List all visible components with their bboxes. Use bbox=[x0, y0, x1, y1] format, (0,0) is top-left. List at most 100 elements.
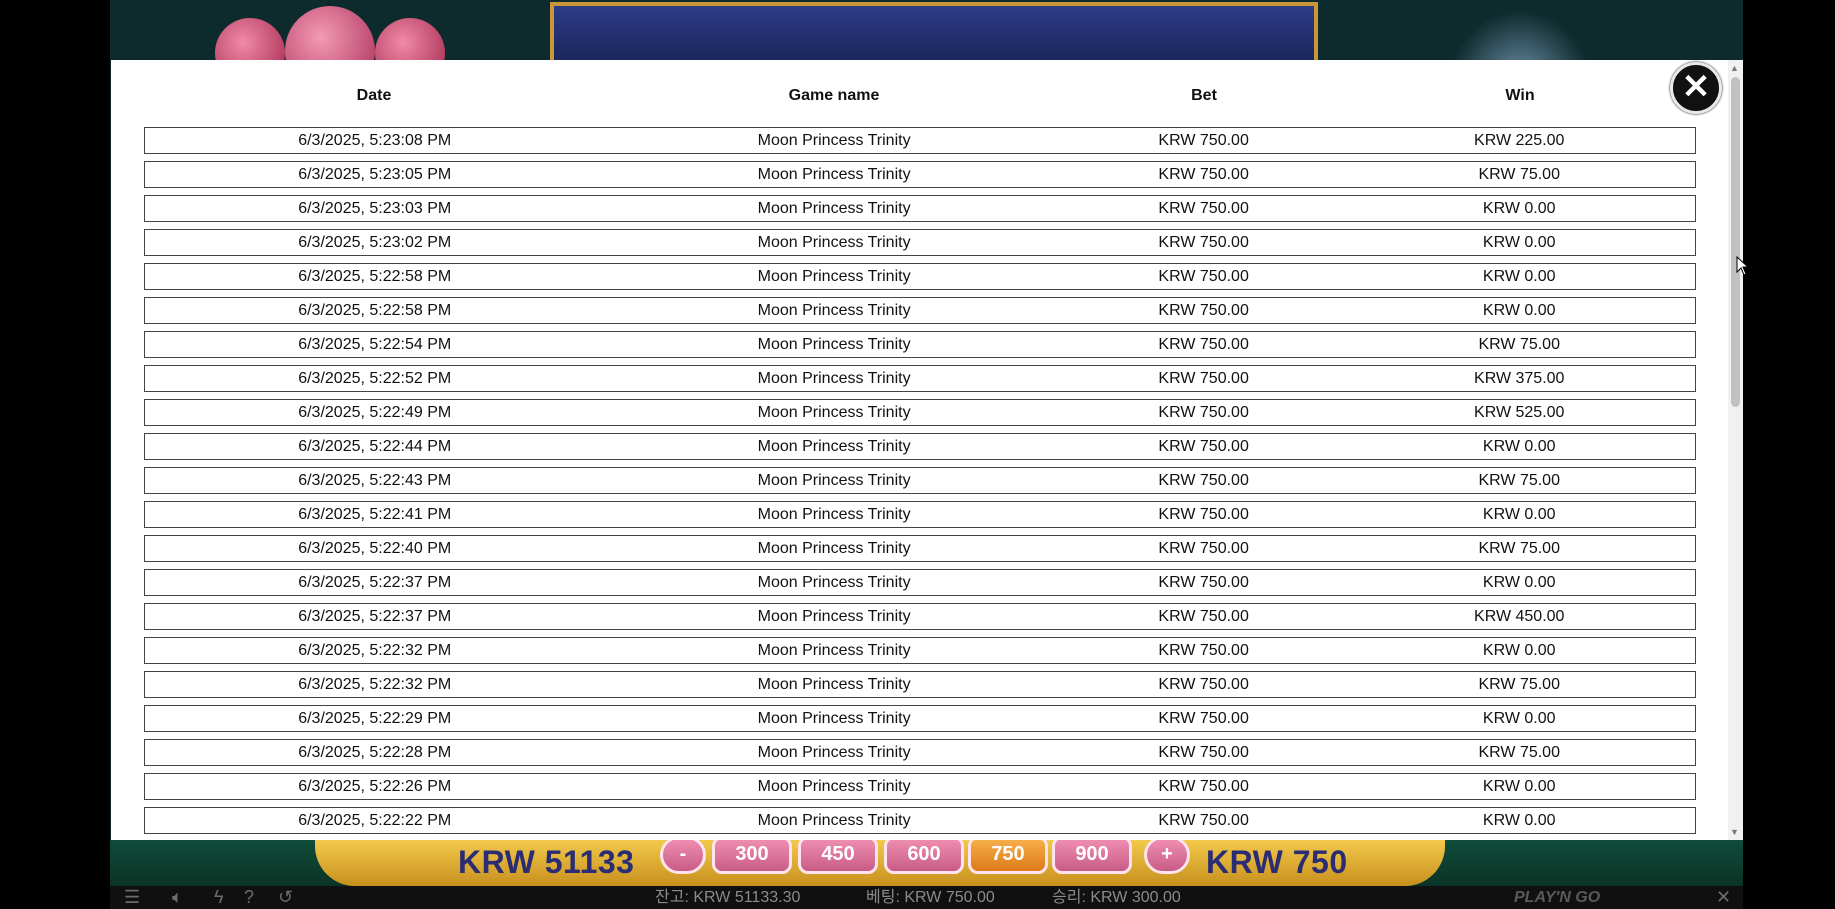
row-game-name: Moon Princess Trinity bbox=[757, 404, 911, 421]
row-date: 6/3/2025, 5:22:52 PM bbox=[298, 370, 452, 387]
row-win: KRW 0.00 bbox=[1482, 234, 1556, 251]
lightning-icon[interactable]: ϟ bbox=[214, 887, 224, 907]
close-modal-button[interactable]: ✕ bbox=[1670, 62, 1722, 114]
row-win: KRW 0.00 bbox=[1482, 778, 1556, 795]
close-icon[interactable]: ✕ bbox=[1716, 887, 1731, 907]
game-history-modal: Date Game name Bet Win 6/3/2025, 5:23:08… bbox=[111, 60, 1743, 840]
table-row: 6/3/2025, 5:22:44 PM Moon Princess Trinit… bbox=[144, 433, 1696, 460]
row-date: 6/3/2025, 5:22:40 PM bbox=[298, 540, 452, 557]
row-win: KRW 0.00 bbox=[1482, 710, 1556, 727]
row-date: 6/3/2025, 5:22:44 PM bbox=[298, 438, 452, 455]
row-game-name: Moon Princess Trinity bbox=[757, 812, 911, 829]
column-header-win: Win bbox=[1505, 87, 1535, 104]
bet-option-450[interactable]: 450 bbox=[798, 836, 878, 874]
column-header-date: Date bbox=[356, 87, 392, 104]
row-date: 6/3/2025, 5:22:54 PM bbox=[298, 336, 452, 353]
row-win: KRW 0.00 bbox=[1482, 506, 1556, 523]
bet-option-750[interactable]: 750 bbox=[968, 836, 1048, 874]
status-bet: 베팅: KRW 750.00 bbox=[866, 889, 995, 906]
question-icon[interactable]: ? bbox=[244, 887, 254, 907]
row-win: KRW 75.00 bbox=[1478, 540, 1560, 557]
row-bet: KRW 750.00 bbox=[1158, 472, 1249, 489]
row-game-name: Moon Princess Trinity bbox=[757, 472, 911, 489]
history-icon[interactable]: ↺ bbox=[278, 887, 293, 907]
table-row: 6/3/2025, 5:23:02 PM Moon Princess Trinit… bbox=[144, 229, 1696, 256]
row-date: 6/3/2025, 5:23:05 PM bbox=[298, 166, 452, 183]
row-win: KRW 0.00 bbox=[1482, 642, 1556, 659]
table-row: 6/3/2025, 5:22:29 PM Moon Princess Trinit… bbox=[144, 705, 1696, 732]
row-bet: KRW 750.00 bbox=[1158, 336, 1249, 353]
row-game-name: Moon Princess Trinity bbox=[757, 506, 911, 523]
table-row: 6/3/2025, 5:22:22 PM Moon Princess Trinit… bbox=[144, 807, 1696, 834]
row-bet: KRW 750.00 bbox=[1158, 302, 1249, 319]
row-game-name: Moon Princess Trinity bbox=[757, 166, 911, 183]
row-date: 6/3/2025, 5:22:28 PM bbox=[298, 744, 452, 761]
bet-option-300[interactable]: 300 bbox=[712, 836, 792, 874]
table-row: 6/3/2025, 5:22:58 PM Moon Princess Trinit… bbox=[144, 297, 1696, 324]
bet-option-900[interactable]: 900 bbox=[1052, 836, 1132, 874]
row-game-name: Moon Princess Trinity bbox=[757, 608, 911, 625]
bet-plus-button[interactable]: + bbox=[1144, 836, 1190, 874]
row-win: KRW 75.00 bbox=[1478, 744, 1560, 761]
row-date: 6/3/2025, 5:22:37 PM bbox=[298, 574, 452, 591]
row-win: KRW 75.00 bbox=[1478, 166, 1560, 183]
row-win: KRW 0.00 bbox=[1482, 200, 1556, 217]
scroll-up-arrow-icon[interactable]: ▲ bbox=[1730, 63, 1739, 73]
bet-display: KRW 750 bbox=[1206, 844, 1348, 880]
bet-minus-button[interactable]: - bbox=[660, 836, 706, 874]
row-date: 6/3/2025, 5:22:32 PM bbox=[298, 676, 452, 693]
row-bet: KRW 750.00 bbox=[1158, 744, 1249, 761]
row-game-name: Moon Princess Trinity bbox=[757, 574, 911, 591]
table-row: 6/3/2025, 5:22:52 PM Moon Princess Trinit… bbox=[144, 365, 1696, 392]
row-win: KRW 75.00 bbox=[1478, 336, 1560, 353]
row-game-name: Moon Princess Trinity bbox=[757, 438, 911, 455]
table-row: 6/3/2025, 5:23:08 PM Moon Princess Trinit… bbox=[144, 127, 1696, 154]
row-win: KRW 0.00 bbox=[1482, 812, 1556, 829]
row-date: 6/3/2025, 5:22:43 PM bbox=[298, 472, 452, 489]
row-date: 6/3/2025, 5:22:26 PM bbox=[298, 778, 452, 795]
column-header-game-name: Game name bbox=[788, 87, 880, 104]
row-game-name: Moon Princess Trinity bbox=[757, 268, 911, 285]
row-date: 6/3/2025, 5:22:58 PM bbox=[298, 268, 452, 285]
row-win: KRW 450.00 bbox=[1474, 608, 1565, 625]
hamburger-icon[interactable]: ☰ bbox=[124, 887, 140, 907]
status-win: 승리: KRW 300.00 bbox=[1052, 889, 1181, 906]
row-bet: KRW 750.00 bbox=[1158, 166, 1249, 183]
row-win: KRW 0.00 bbox=[1482, 302, 1556, 319]
table-row: 6/3/2025, 5:22:32 PM Moon Princess Trinit… bbox=[144, 671, 1696, 698]
history-table-body: 6/3/2025, 5:23:08 PM Moon Princess Trinit… bbox=[144, 127, 1696, 840]
row-bet: KRW 750.00 bbox=[1158, 676, 1249, 693]
speaker-icon[interactable]: 🔈︎ bbox=[172, 887, 183, 907]
table-row: 6/3/2025, 5:22:40 PM Moon Princess Trinit… bbox=[144, 535, 1696, 562]
table-row: 6/3/2025, 5:22:58 PM Moon Princess Trinit… bbox=[144, 263, 1696, 290]
mouse-cursor-icon bbox=[1736, 256, 1748, 276]
row-game-name: Moon Princess Trinity bbox=[757, 336, 911, 353]
row-bet: KRW 750.00 bbox=[1158, 438, 1249, 455]
row-bet: KRW 750.00 bbox=[1158, 200, 1249, 217]
table-row: 6/3/2025, 5:23:05 PM Moon Princess Trinit… bbox=[144, 161, 1696, 188]
row-game-name: Moon Princess Trinity bbox=[757, 200, 911, 217]
row-date: 6/3/2025, 5:22:49 PM bbox=[298, 404, 452, 421]
row-win: KRW 0.00 bbox=[1482, 438, 1556, 455]
column-header-bet: Bet bbox=[1191, 87, 1217, 104]
table-row: 6/3/2025, 5:22:49 PM Moon Princess Trinit… bbox=[144, 399, 1696, 426]
status-balance: 잔고: KRW 51133.30 bbox=[655, 889, 801, 906]
row-bet: KRW 750.00 bbox=[1158, 710, 1249, 727]
row-win: KRW 225.00 bbox=[1474, 132, 1565, 149]
row-win: KRW 75.00 bbox=[1478, 472, 1560, 489]
table-row: 6/3/2025, 5:22:32 PM Moon Princess Trinit… bbox=[144, 637, 1696, 664]
table-row: 6/3/2025, 5:22:37 PM Moon Princess Trinit… bbox=[144, 603, 1696, 630]
row-bet: KRW 750.00 bbox=[1158, 608, 1249, 625]
bet-option-600[interactable]: 600 bbox=[884, 836, 964, 874]
scrollbar-thumb[interactable] bbox=[1731, 77, 1740, 407]
scroll-down-arrow-icon[interactable]: ▼ bbox=[1730, 827, 1739, 837]
row-game-name: Moon Princess Trinity bbox=[757, 132, 911, 149]
row-bet: KRW 750.00 bbox=[1158, 642, 1249, 659]
row-bet: KRW 750.00 bbox=[1158, 574, 1249, 591]
row-bet: KRW 750.00 bbox=[1158, 506, 1249, 523]
row-bet: KRW 750.00 bbox=[1158, 812, 1249, 829]
table-row: 6/3/2025, 5:22:37 PM Moon Princess Trinit… bbox=[144, 569, 1696, 596]
table-row: 6/3/2025, 5:22:26 PM Moon Princess Trinit… bbox=[144, 773, 1696, 800]
row-bet: KRW 750.00 bbox=[1158, 132, 1249, 149]
table-row: 6/3/2025, 5:22:43 PM Moon Princess Trinit… bbox=[144, 467, 1696, 494]
